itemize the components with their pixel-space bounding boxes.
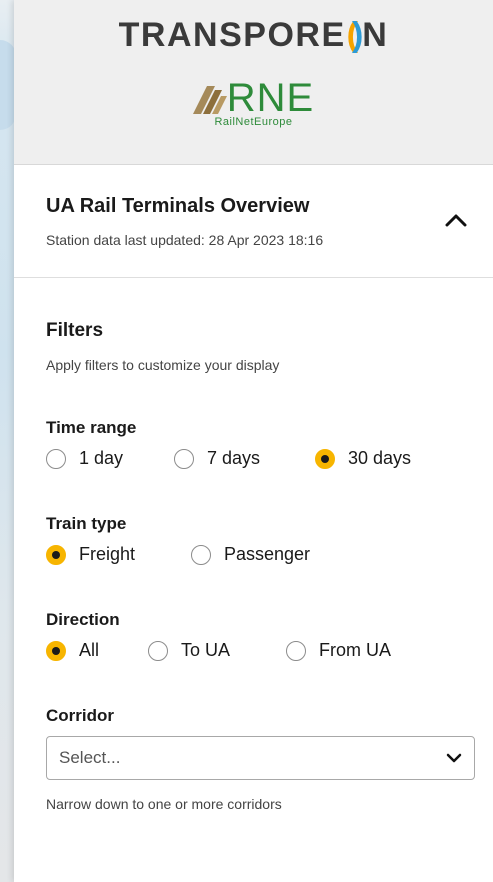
- rne-logo: RNE RailNetEurope: [192, 76, 315, 128]
- direction-label: Direction: [46, 610, 120, 629]
- radio-label: 7 days: [207, 448, 261, 468]
- filters-title: Filters: [46, 320, 104, 341]
- transporeon-logo-text: TRANSPORE: [118, 16, 346, 54]
- corridor-select[interactable]: Select...: [46, 736, 475, 780]
- direction-from-ua[interactable]: From UA: [286, 640, 391, 661]
- radio-icon: [191, 544, 211, 565]
- radio-selected-icon: [315, 448, 335, 469]
- radio-label: Freight: [79, 544, 136, 564]
- radio-label: From UA: [319, 640, 391, 660]
- time-range-7-days[interactable]: 7 days: [174, 448, 315, 469]
- corridor-hint: Narrow down to one or more corridors: [46, 796, 282, 812]
- direction-to-ua[interactable]: To UA: [148, 640, 286, 661]
- radio-icon: [148, 640, 168, 661]
- direction-options: All To UA From UA: [46, 640, 461, 661]
- radio-label: 30 days: [348, 448, 412, 468]
- transporeon-o-mark-icon: (): [346, 16, 364, 54]
- rne-logo-letters: RNE: [226, 76, 315, 120]
- corridor-label: Corridor: [46, 706, 114, 725]
- train-type-passenger[interactable]: Passenger: [191, 544, 310, 565]
- radio-label: Passenger: [224, 544, 311, 564]
- train-type-label: Train type: [46, 514, 127, 533]
- radio-label: All: [79, 640, 100, 660]
- train-type-options: Freight Passenger: [46, 544, 461, 565]
- rne-tracks-icon: [192, 86, 227, 114]
- time-range-1-day[interactable]: 1 day: [46, 448, 174, 469]
- radio-selected-icon: [46, 640, 66, 661]
- filter-panel: TRANSPORE () N RNE RailNetEurope UA Rail…: [14, 0, 493, 882]
- radio-icon: [174, 448, 194, 469]
- radio-icon: [46, 448, 66, 469]
- transporeon-logo-text-end: N: [362, 16, 389, 54]
- time-range-group: Time range 1 day 7 days 30 days: [46, 418, 461, 469]
- direction-group: Direction All To UA From UA: [46, 610, 461, 661]
- last-updated-text: Station data last updated: 28 Apr 2023 1…: [46, 232, 324, 248]
- chevron-up-icon: [445, 214, 467, 227]
- chevron-down-icon[interactable]: [446, 753, 462, 763]
- corridor-group: Corridor Select... Narrow down to one or…: [46, 706, 475, 812]
- train-type-freight[interactable]: Freight: [46, 544, 191, 565]
- filters-subtitle: Apply filters to customize your display: [46, 357, 280, 373]
- brand-header: TRANSPORE () N RNE RailNetEurope: [14, 0, 493, 165]
- train-type-group: Train type Freight Passenger: [46, 514, 461, 565]
- direction-all[interactable]: All: [46, 640, 148, 661]
- filters-section: Filters Apply filters to customize your …: [14, 278, 493, 812]
- rne-logo-subtitle: RailNetEurope: [214, 116, 293, 128]
- time-range-options: 1 day 7 days 30 days: [46, 448, 461, 469]
- transporeon-logo: TRANSPORE () N: [119, 18, 389, 52]
- radio-icon: [286, 640, 306, 661]
- radio-selected-icon: [46, 544, 66, 565]
- corridor-select-placeholder: Select...: [59, 748, 121, 767]
- time-range-label: Time range: [46, 418, 137, 437]
- radio-label: To UA: [181, 640, 231, 660]
- overview-header[interactable]: UA Rail Terminals Overview Station data …: [14, 165, 493, 278]
- radio-label: 1 day: [79, 448, 124, 468]
- time-range-30-days[interactable]: 30 days: [315, 448, 411, 469]
- overview-title: UA Rail Terminals Overview: [46, 195, 310, 217]
- collapse-button[interactable]: [441, 205, 471, 235]
